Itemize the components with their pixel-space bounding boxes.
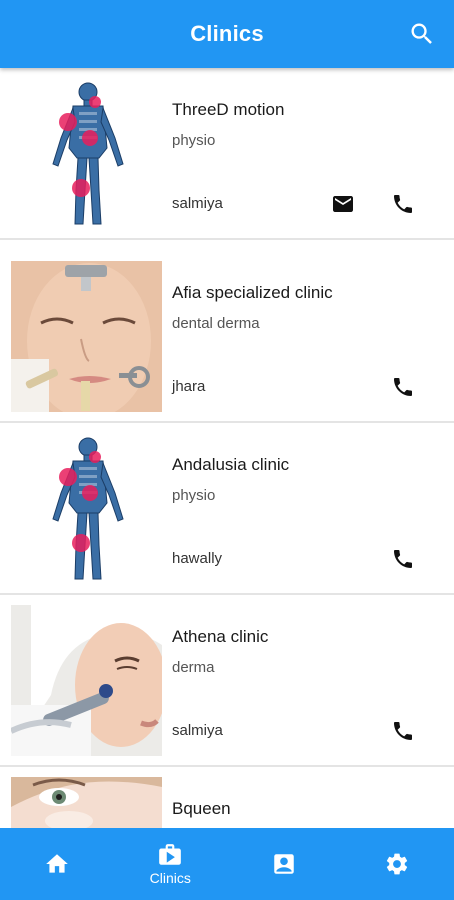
- clinic-card[interactable]: Afia specialized clinic dental derma jha…: [0, 251, 454, 423]
- clinic-area: jhara: [172, 378, 206, 395]
- clinic-image-body-anatomy: [11, 78, 162, 229]
- nav-clinics-label: Clinics: [149, 870, 191, 886]
- clinic-area: salmiya: [172, 722, 223, 739]
- nav-home[interactable]: [0, 828, 114, 900]
- nav-settings[interactable]: [341, 828, 454, 900]
- clinic-name: Afia specialized clinic: [172, 283, 333, 302]
- phone-icon[interactable]: [391, 192, 415, 216]
- clinic-name: Bqueen: [172, 799, 231, 818]
- phone-icon[interactable]: [391, 375, 415, 399]
- clinics-screen: Clinics ThreeD motion physio salmiya Afi…: [0, 0, 454, 900]
- clinic-image-woman-face: [11, 777, 162, 828]
- clinic-card[interactable]: Bqueen derma: [0, 767, 454, 828]
- clinic-card[interactable]: ThreeD motion physio salmiya: [0, 68, 454, 240]
- page-title: Clinics: [190, 21, 264, 46]
- clinic-card[interactable]: Andalusia clinic physio hawally: [0, 423, 454, 595]
- clinic-image-face-treatment: [11, 261, 162, 412]
- clinic-name: Athena clinic: [172, 627, 269, 646]
- nav-clinics[interactable]: Clinics: [114, 828, 228, 900]
- clinic-image-body-anatomy: [11, 433, 162, 584]
- search-icon[interactable]: [408, 20, 436, 48]
- clinic-type: physio: [172, 487, 216, 504]
- clinic-name: Andalusia clinic: [172, 455, 290, 474]
- contact-card-icon: [271, 851, 297, 877]
- clinic-image-facial-device: [11, 605, 162, 756]
- bottom-navigation: Clinics: [0, 828, 454, 900]
- email-icon[interactable]: [331, 192, 355, 216]
- clinic-card[interactable]: Athena clinic derma salmiya: [0, 595, 454, 767]
- clinic-area: salmiya: [172, 195, 223, 212]
- clinic-list: ThreeD motion physio salmiya Afia specia…: [0, 68, 454, 828]
- phone-icon[interactable]: [391, 547, 415, 571]
- clinic-type: dental derma: [172, 315, 260, 332]
- nav-profile[interactable]: [227, 828, 341, 900]
- clinic-name: ThreeD motion: [172, 100, 285, 119]
- phone-icon[interactable]: [391, 719, 415, 743]
- app-bar: Clinics: [0, 0, 454, 68]
- clinic-bag-icon: [157, 842, 183, 868]
- clinic-type: physio: [172, 132, 216, 149]
- settings-icon: [384, 851, 410, 877]
- clinic-type: derma: [172, 659, 215, 676]
- clinic-area: hawally: [172, 550, 223, 567]
- home-icon: [44, 851, 70, 877]
